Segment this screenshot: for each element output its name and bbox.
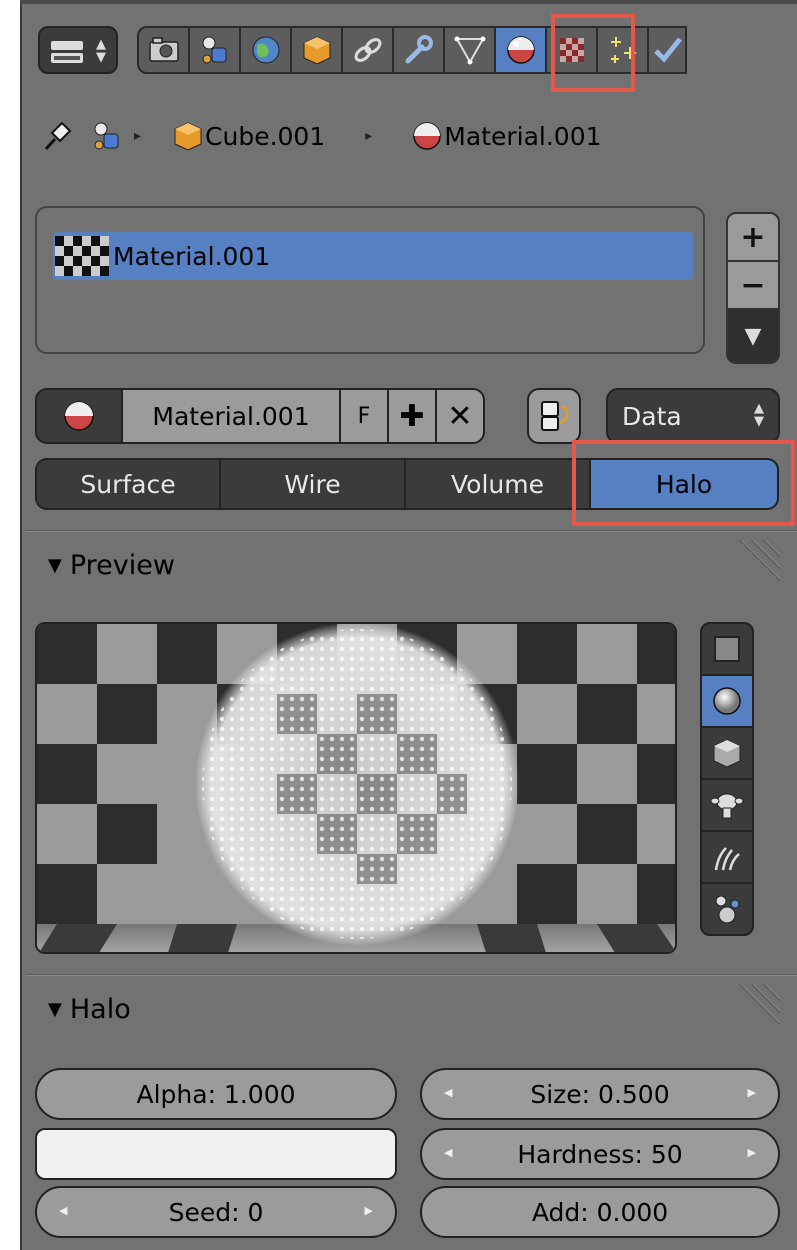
alpha-value: Alpha: 1.000 [136,1079,296,1109]
material-preview [35,622,677,954]
increment-arrow-icon[interactable]: ▶ [748,1086,756,1099]
tab-wire[interactable]: Wire [219,458,406,510]
hair-strands-icon [714,847,740,871]
add-value: Add: 0.000 [531,1197,669,1227]
tab-render[interactable] [137,26,190,74]
link-data-label: Data [622,401,682,431]
new-material-button[interactable]: ✚ [387,388,437,444]
cube-icon [303,36,330,65]
tab-world[interactable] [239,26,292,74]
material-sphere-icon [64,401,94,431]
collapse-triangle-icon: ▼ [48,999,62,1020]
copy-settings-icon [541,401,569,431]
hardness-value: Hardness: 50 [517,1139,683,1169]
link-data-dropdown[interactable]: Data ▲ ▼ [606,388,780,444]
list-item[interactable]: Material.001 [53,232,693,280]
size-field[interactable]: ◀ Size: 0.500 ▶ [420,1068,780,1120]
preview-monkey-button[interactable] [700,778,754,832]
breadcrumb-object: Cube.001 [205,121,326,151]
seed-field[interactable]: ◀ Seed: 0 ▶ [35,1186,397,1238]
sphere-cluster-icon [715,895,740,924]
physics-icon [654,37,682,63]
breadcrumb-separator: ▸ [365,128,373,144]
collapse-triangle-icon: ▼ [48,555,62,576]
breadcrumb: ▸ Cube.001 ▸ Material.001 [40,112,602,160]
tab-constraints[interactable] [341,26,394,74]
camera-icon [148,37,179,62]
slot-buttons: + − ▼ [726,212,780,364]
panel-drag-grip-icon[interactable] [734,540,780,586]
breadcrumb-material: Material.001 [444,121,602,151]
tab-volume[interactable]: Volume [404,458,591,510]
cube-icon [713,739,741,768]
panel-drag-grip-icon[interactable] [734,984,780,1030]
material-sphere-icon [413,122,442,150]
slot-name: Material.001 [113,241,271,271]
remove-slot-button[interactable]: − [726,260,780,310]
copy-material-button[interactable] [527,388,581,444]
decrement-arrow-icon[interactable]: ◀ [59,1204,67,1217]
preview-spheres-button[interactable] [700,882,754,936]
editor-type-button[interactable]: ▲ ▼ [38,26,118,74]
wrench-icon [405,35,433,64]
decrement-arrow-icon[interactable]: ◀ [444,1146,452,1159]
tab-material[interactable] [494,26,547,74]
halo-panel-title: Halo [69,994,131,1025]
preview-hair-button[interactable] [700,830,754,884]
preview-panel-title: Preview [69,550,175,581]
dropdown-arrows-icon: ▲ ▼ [754,401,764,429]
checker-material-icon [55,236,109,276]
material-sphere-icon [506,36,535,64]
preview-flat-button[interactable] [700,622,754,676]
add-slider[interactable]: Add: 0.000 [420,1186,780,1238]
halo-panel-header[interactable]: ▼ Halo [48,994,131,1025]
scene-icon [94,122,119,150]
tab-render-layers[interactable] [188,26,241,74]
fake-user-button[interactable]: F [339,388,389,444]
increment-arrow-icon[interactable]: ▶ [748,1146,756,1159]
monkey-icon [710,793,744,819]
material-name-field[interactable]: Material.001 [121,388,341,444]
highlight-halo-tab [572,440,795,526]
highlight-material-tab [551,14,635,92]
tab-data[interactable] [443,26,496,74]
increment-arrow-icon[interactable]: ▶ [365,1204,373,1217]
halo-color-swatch[interactable] [35,1128,397,1180]
cube-icon [174,122,202,151]
editor-type-icon [51,41,83,63]
render-layers-icon [202,36,226,64]
pin-icon[interactable] [40,119,74,153]
sphere-icon [713,687,741,715]
material-id-block: Material.001 F ✚ ✕ [35,388,485,444]
slot-specials-menu[interactable]: ▼ [726,308,780,364]
preview-panel-header[interactable]: ▼ Preview [48,550,175,581]
tab-modifiers[interactable] [392,26,445,74]
unlink-material-button[interactable]: ✕ [435,388,485,444]
preview-cube-button[interactable] [700,726,754,780]
seed-value: Seed: 0 [168,1197,264,1227]
size-value: Size: 0.500 [530,1079,670,1109]
world-icon [252,36,279,64]
mesh-data-icon [454,36,485,65]
hardness-field[interactable]: ◀ Hardness: 50 ▶ [420,1128,780,1180]
panel-divider [26,974,797,976]
dropdown-arrows-icon: ▲ ▼ [96,37,106,65]
preview-sphere-button[interactable] [700,674,754,728]
flat-plane-icon [714,636,740,662]
decrement-arrow-icon[interactable]: ◀ [444,1086,452,1099]
alpha-slider[interactable]: Alpha: 1.000 [35,1068,397,1120]
preview-shape-tools [700,622,754,936]
add-slot-button[interactable]: + [726,212,780,262]
panel-divider [26,530,797,532]
link-icon [354,38,381,62]
tab-physics[interactable] [647,26,687,74]
material-slot-list: Material.001 [35,206,705,354]
halo-preview-render [37,624,675,952]
browse-material-button[interactable] [35,388,123,444]
tab-object[interactable] [290,26,343,74]
breadcrumb-separator: ▸ [134,128,142,144]
tab-surface[interactable]: Surface [35,458,221,510]
